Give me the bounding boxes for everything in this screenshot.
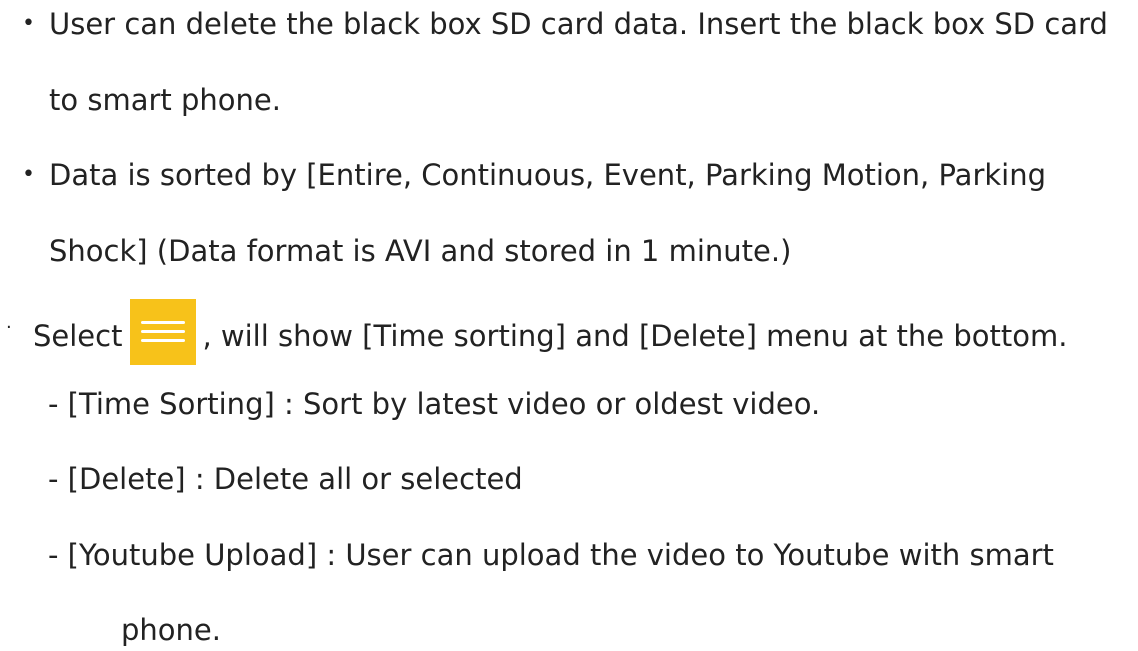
bullet-text-line: to smart phone.	[49, 83, 281, 117]
select-description: , will show [Time sorting] and [Delete] …	[202, 319, 1068, 353]
select-label: Select	[33, 319, 123, 353]
bullet-marker: •	[22, 162, 35, 187]
bullet-text-line: Data is sorted by [Entire, Continuous, E…	[49, 158, 1047, 192]
small-marker: .	[6, 312, 12, 333]
sub-item-time-sorting: - [Time Sorting] : Sort by latest video …	[48, 387, 821, 421]
sub-item-youtube-upload: - [Youtube Upload] : User can upload the…	[48, 538, 1054, 572]
bullet-marker: •	[22, 11, 35, 36]
menu-icon	[130, 299, 197, 365]
sub-item-youtube-upload-cont: phone.	[121, 613, 221, 647]
bullet-text-line: User can delete the black box SD card da…	[49, 7, 1108, 41]
sub-item-delete: - [Delete] : Delete all or selected	[48, 462, 523, 496]
bullet-text-line: Shock] (Data format is AVI and stored in…	[49, 234, 792, 268]
select-instruction-text: Select , will show [Time sorting] and [De…	[33, 299, 1068, 371]
